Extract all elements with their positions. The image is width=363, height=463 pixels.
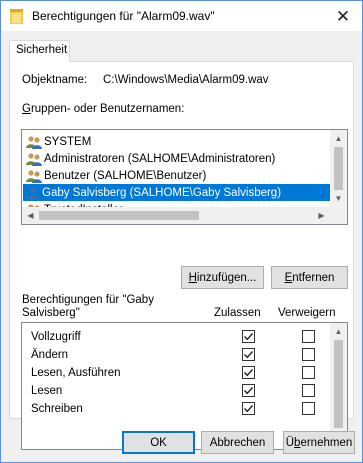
group-list-item[interactable]: Gaby Salvisberg (SALHOME\Gaby Salvisberg… <box>23 184 332 201</box>
permission-name: Lesen, Ausführen <box>31 367 121 379</box>
permission-name: Vollzugriff <box>31 331 81 343</box>
folder-icon <box>10 9 23 24</box>
permissions-header-line1: Berechtigungen für "Gaby <box>22 294 154 306</box>
group-users-icon <box>26 169 44 183</box>
object-name-value: C:\Windows\Media\Alarm09.wav <box>103 74 269 86</box>
close-icon: ✕ <box>335 7 351 26</box>
permissions-header-line2: Salvisberg" <box>22 307 80 319</box>
deny-checkbox[interactable] <box>302 330 315 343</box>
scroll-down-arrow-icon[interactable]: ▼ <box>330 190 347 207</box>
allow-checkbox[interactable] <box>242 366 255 379</box>
user-icon <box>26 186 42 200</box>
allow-checkbox[interactable] <box>242 384 255 397</box>
dialog-client: Sicherheit Objektname: C:\Windows\Media\… <box>1 31 362 462</box>
scroll-up-arrow-icon[interactable]: ▲ <box>330 323 347 340</box>
permission-row: Schreiben <box>22 401 330 419</box>
scroll-thumb[interactable] <box>334 147 343 190</box>
groups-label: Gruppen- oder Benutzernamen: <box>22 103 185 115</box>
scroll-thumb[interactable] <box>334 340 343 428</box>
permission-name: Schreiben <box>31 403 83 415</box>
deny-checkbox[interactable] <box>302 384 315 397</box>
scroll-right-arrow-icon[interactable]: ▶ <box>313 207 330 224</box>
group-list-item[interactable]: SYSTEM <box>23 133 332 150</box>
allow-checkbox[interactable] <box>242 330 255 343</box>
group-users-icon <box>26 152 44 166</box>
group-users-icon <box>26 135 44 149</box>
apply-button[interactable]: Üb ernehmen <box>283 431 355 454</box>
group-list-item[interactable]: Administratoren (SALHOME\Administratoren… <box>23 150 332 167</box>
groups-listbox[interactable]: TrustedInstallerGaby Salvisberg (SALHOME… <box>21 129 348 225</box>
window-title: Berechtigungen für "Alarm09.wav" <box>32 9 215 23</box>
cancel-button[interactable]: Abbrechen <box>201 431 274 454</box>
ok-button[interactable]: OK <box>122 431 195 454</box>
add-button[interactable]: Hinzufügen... <box>181 266 264 289</box>
object-name-label: Objektname: <box>22 74 88 86</box>
remove-button[interactable]: Entfernen <box>271 266 348 289</box>
close-button[interactable]: ✕ <box>329 5 357 29</box>
group-list-item[interactable]: Benutzer (SALHOME\Benutzer) <box>23 167 332 184</box>
group-list-item-label: Gaby Salvisberg (SALHOME\Gaby Salvisberg… <box>42 186 282 199</box>
tab-security[interactable]: Sicherheit <box>9 40 70 62</box>
security-panel: Objektname: C:\Windows\Media\Alarm09.wav… <box>9 61 354 450</box>
group-list-item-label: Administratoren (SALHOME\Administratoren… <box>44 152 276 165</box>
permission-row: Ändern <box>22 347 330 365</box>
tab-label: Sicherheit <box>16 44 68 56</box>
deny-column-header: Verweigern <box>278 307 336 319</box>
groups-horizontal-scrollbar[interactable]: ◀ ▶ <box>22 207 347 224</box>
groups-vertical-scrollbar[interactable]: ▲ ▼ <box>330 130 347 207</box>
title-bar: Berechtigungen für "Alarm09.wav" ✕ <box>0 0 363 31</box>
allow-checkbox[interactable] <box>242 402 255 415</box>
permission-name: Ändern <box>31 349 69 361</box>
permission-row: Lesen <box>22 383 330 401</box>
scroll-up-arrow-icon[interactable]: ▲ <box>330 130 347 147</box>
allow-column-header: Zulassen <box>214 307 261 319</box>
allow-checkbox[interactable] <box>242 348 255 361</box>
scroll-left-arrow-icon[interactable]: ◀ <box>22 207 39 224</box>
deny-checkbox[interactable] <box>302 402 315 415</box>
group-list-item-label: Benutzer (SALHOME\Benutzer) <box>44 169 207 182</box>
group-list-item-label: SYSTEM <box>44 135 92 148</box>
permission-row: Vollzugriff <box>22 329 330 347</box>
scroll-thumb[interactable] <box>39 211 199 220</box>
permission-name: Lesen <box>31 385 63 397</box>
deny-checkbox[interactable] <box>302 348 315 361</box>
permission-row: Lesen, Ausführen <box>22 365 330 383</box>
deny-checkbox[interactable] <box>302 366 315 379</box>
